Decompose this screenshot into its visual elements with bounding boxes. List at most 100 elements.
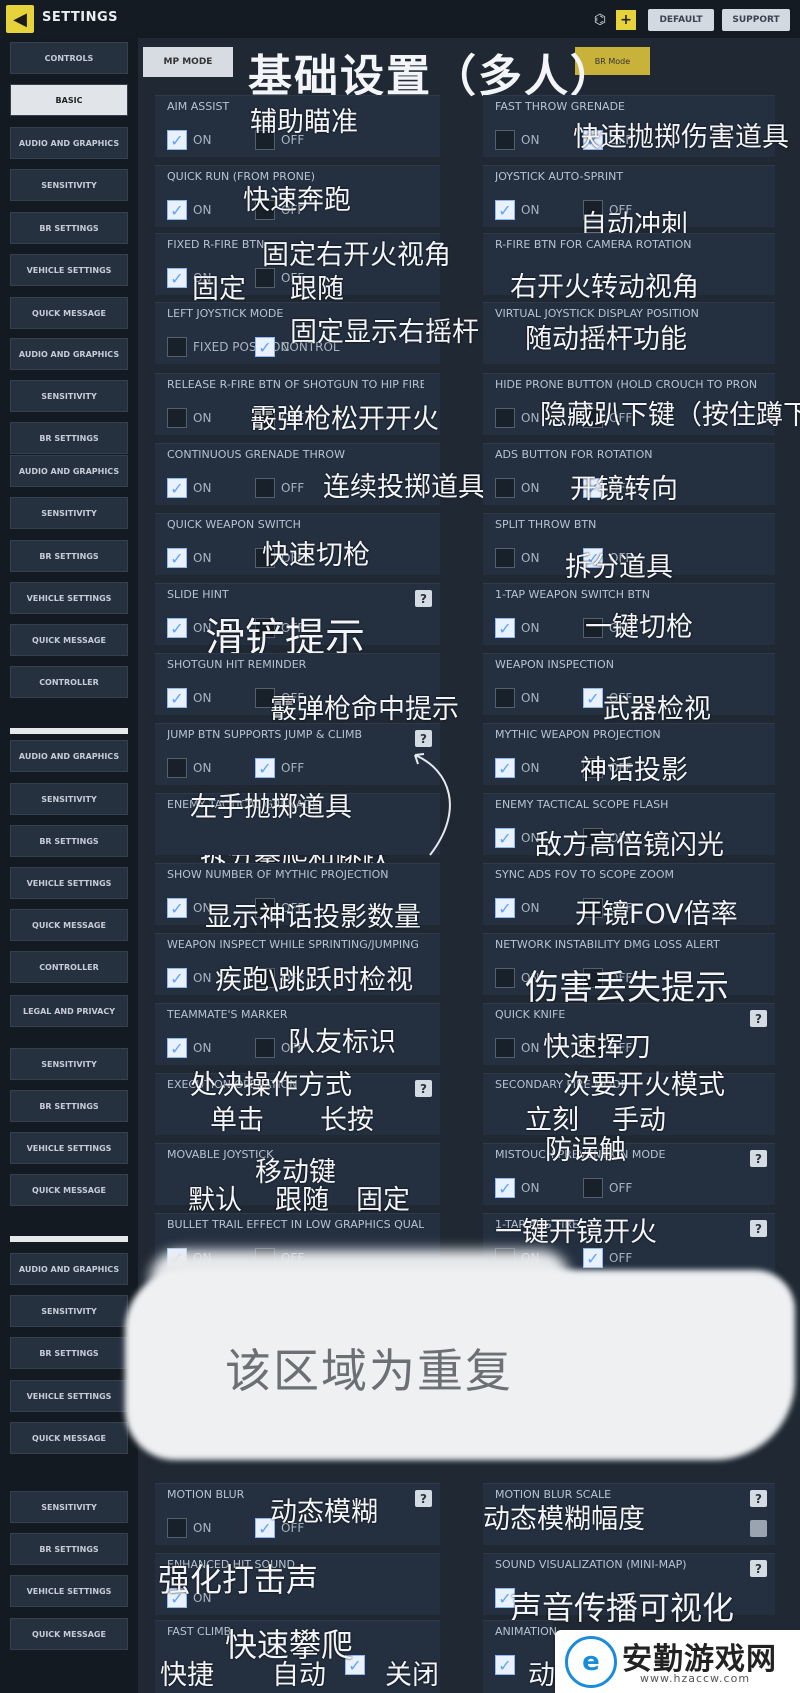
checkbox-checked[interactable]: ✓ (495, 1178, 515, 1198)
checkbox[interactable] (495, 1038, 515, 1058)
checkbox-checked[interactable]: ✓ (495, 898, 515, 918)
checkbox[interactable] (167, 337, 187, 357)
sidebar-item-audio-and-graphics[interactable]: AUDIO AND GRAPHICS (10, 1253, 128, 1285)
option-on[interactable]: ✓ON (495, 616, 539, 640)
help-icon[interactable]: ? (415, 590, 432, 607)
option-on[interactable]: ✓ (495, 1653, 515, 1677)
option-on[interactable]: ✓ON (167, 546, 211, 570)
sidebar-item-controller[interactable]: CONTROLLER (10, 666, 128, 698)
sidebar-item-vehicle-settings[interactable]: VEHICLE SETTINGS (10, 254, 128, 286)
sidebar-item-audio-and-graphics[interactable]: AUDIO AND GRAPHICS (10, 740, 128, 772)
sidebar-item-quick-message[interactable]: QUICK MESSAGE (10, 624, 128, 656)
sidebar-item-sensitivity[interactable]: SENSITIVITY (10, 1295, 128, 1327)
checkbox-checked[interactable]: ✓ (495, 1655, 515, 1675)
option-on[interactable]: ✓ON (167, 1036, 211, 1060)
sidebar-item-sensitivity[interactable]: SENSITIVITY (10, 169, 128, 201)
option-off[interactable]: OFF (583, 1176, 632, 1200)
tab-mp-mode[interactable]: MP MODE (143, 47, 233, 77)
sidebar-item-sensitivity[interactable]: SENSITIVITY (10, 497, 128, 529)
sidebar-item-quick-message[interactable]: QUICK MESSAGE (10, 1422, 128, 1454)
sidebar-item-quick-message[interactable]: QUICK MESSAGE (10, 909, 128, 941)
checkbox[interactable] (255, 478, 275, 498)
help-icon[interactable]: ? (750, 1560, 767, 1577)
sidebar-item-quick-message[interactable]: QUICK MESSAGE (10, 297, 128, 329)
checkbox[interactable] (167, 1518, 187, 1538)
network-icon[interactable]: ⌬ (590, 10, 610, 30)
default-button[interactable]: DEFAULT (648, 9, 714, 31)
option-on[interactable]: ON (167, 1516, 211, 1540)
option-off[interactable]: OFF (255, 476, 304, 500)
checkbox[interactable] (495, 408, 515, 428)
help-icon[interactable]: ? (415, 1490, 432, 1507)
sidebar-item-controller[interactable]: CONTROLLER (10, 951, 128, 983)
sidebar-item-sensitivity[interactable]: SENSITIVITY (10, 1048, 128, 1080)
checkbox-checked[interactable]: ✓ (167, 478, 187, 498)
checkbox-checked[interactable]: ✓ (167, 130, 187, 150)
checkbox[interactable] (167, 408, 187, 428)
sidebar-item-sensitivity[interactable]: SENSITIVITY (10, 783, 128, 815)
checkbox[interactable] (255, 1038, 275, 1058)
option-on[interactable]: ON (167, 756, 211, 780)
checkbox[interactable] (495, 968, 515, 988)
checkbox-checked[interactable]: ✓ (583, 1248, 603, 1268)
option-on[interactable]: ✓ON (167, 686, 211, 710)
option-on[interactable]: ✓ON (167, 966, 211, 990)
support-button[interactable]: SUPPORT (722, 9, 790, 31)
sidebar-item-vehicle-settings[interactable]: VEHICLE SETTINGS (10, 1132, 128, 1164)
option-off[interactable]: ✓ OFF (583, 1246, 632, 1270)
sidebar-item-quick-message[interactable]: QUICK MESSAGE (10, 1174, 128, 1206)
sidebar-item-br-settings[interactable]: BR SETTINGS (10, 540, 128, 572)
option-on[interactable]: ✓ON (167, 128, 211, 152)
option-on[interactable]: ✓ON (495, 1176, 539, 1200)
sidebar-item-audio-and-graphics[interactable]: AUDIO AND GRAPHICS (10, 338, 128, 370)
sidebar-item-legal-and-privacy[interactable]: LEGAL AND PRIVACY (10, 995, 128, 1027)
checkbox-checked[interactable]: ✓ (167, 688, 187, 708)
checkbox-checked[interactable]: ✓ (167, 200, 187, 220)
help-icon[interactable]: ? (415, 1080, 432, 1097)
sidebar-item-br-settings[interactable]: BR SETTINGS (10, 825, 128, 857)
checkbox-checked[interactable]: ✓ (495, 200, 515, 220)
checkbox-checked[interactable]: ✓ (255, 758, 275, 778)
checkbox[interactable] (167, 758, 187, 778)
sidebar-item-audio-and-graphics[interactable]: AUDIO AND GRAPHICS (10, 455, 128, 487)
checkbox-checked[interactable]: ✓ (167, 968, 187, 988)
sidebar-item-br-settings[interactable]: BR SETTINGS (10, 1533, 128, 1565)
back-icon[interactable]: ◀ (6, 5, 34, 33)
checkbox-checked[interactable]: ✓ (167, 268, 187, 288)
checkbox-checked[interactable]: ✓ (583, 688, 603, 708)
sidebar-item-basic[interactable]: BASIC (10, 84, 128, 116)
option-on[interactable]: ✓ON (495, 896, 539, 920)
slider-handle[interactable] (750, 1520, 767, 1537)
sidebar-item-br-settings[interactable]: BR SETTINGS (10, 422, 128, 454)
help-icon[interactable]: ? (750, 1150, 767, 1167)
option-on[interactable]: ✓ON (167, 476, 211, 500)
checkbox[interactable] (495, 548, 515, 568)
option-on[interactable]: ON (495, 686, 539, 710)
option-on[interactable]: ✓ON (167, 198, 211, 222)
checkbox[interactable] (583, 1178, 603, 1198)
help-icon[interactable]: ? (415, 730, 432, 747)
sidebar-item-vehicle-settings[interactable]: VEHICLE SETTINGS (10, 1575, 128, 1607)
help-icon[interactable]: ? (750, 1010, 767, 1027)
option-on[interactable]: ON (495, 546, 539, 570)
sidebar-item-audio-and-graphics[interactable]: AUDIO AND GRAPHICS (10, 127, 128, 159)
sidebar-item-vehicle-settings[interactable]: VEHICLE SETTINGS (10, 867, 128, 899)
checkbox-checked[interactable]: ✓ (495, 828, 515, 848)
sidebar-item-vehicle-settings[interactable]: VEHICLE SETTINGS (10, 1380, 128, 1412)
sidebar-item-br-settings[interactable]: BR SETTINGS (10, 1337, 128, 1369)
checkbox[interactable] (495, 130, 515, 150)
sidebar-item-controls[interactable]: CONTROLS (10, 42, 128, 74)
checkbox-checked[interactable]: ✓ (167, 898, 187, 918)
option-on[interactable]: ON (495, 128, 539, 152)
checkbox-checked[interactable]: ✓ (167, 1038, 187, 1058)
option-on[interactable]: ON (495, 476, 539, 500)
option-on[interactable]: ✓ON (495, 756, 539, 780)
option-on[interactable]: ✓ON (495, 826, 539, 850)
checkbox-checked[interactable]: ✓ (495, 618, 515, 638)
option-on[interactable]: ON (495, 406, 539, 430)
checkbox[interactable] (495, 688, 515, 708)
sidebar-item-br-settings[interactable]: BR SETTINGS (10, 212, 128, 244)
checkbox[interactable] (495, 478, 515, 498)
checkbox-checked[interactable]: ✓ (167, 618, 187, 638)
option-off[interactable]: ✓ OFF (255, 756, 304, 780)
